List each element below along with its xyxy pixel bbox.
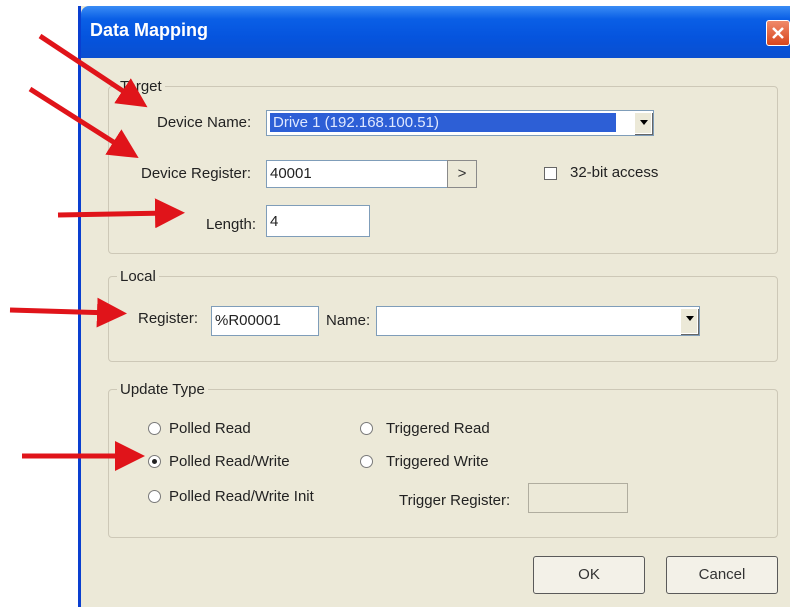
arrow-device-register — [28, 86, 139, 159]
arrow-length — [57, 198, 185, 229]
annotation-arrows — [9, 33, 185, 471]
arrow-register — [9, 297, 127, 328]
arrow-device-name — [38, 33, 148, 108]
